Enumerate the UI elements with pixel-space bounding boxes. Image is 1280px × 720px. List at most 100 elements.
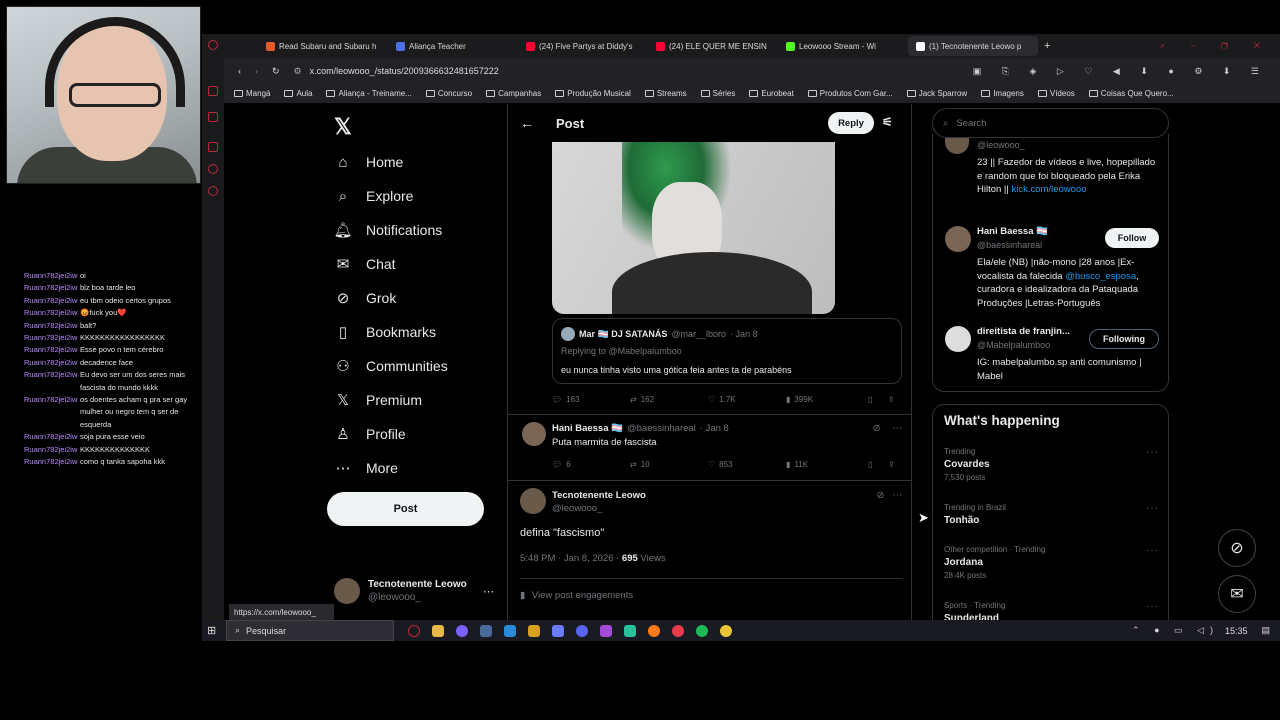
browser-tab[interactable]: (24) Five Partys at Diddy's <box>518 36 648 56</box>
views-action[interactable]: ▮ 399K <box>786 395 868 404</box>
app-icon[interactable] <box>672 624 684 637</box>
app-icon[interactable] <box>600 624 612 637</box>
opera-app-icon[interactable] <box>408 624 420 637</box>
bookmark-folder[interactable]: Mangá <box>234 89 270 98</box>
view-engagements-link[interactable]: ▮ View post engagements <box>520 590 633 601</box>
post-button[interactable]: Post <box>327 492 484 526</box>
more-icon[interactable]: ⋯ <box>483 585 494 598</box>
nav-item-communities[interactable]: ⚇ Communities <box>326 349 506 383</box>
nav-item-bookmarks[interactable]: ▯ Bookmarks <box>326 315 506 349</box>
sidebar-icon[interactable] <box>208 112 218 122</box>
browser-tab[interactable]: Aliança Teacher <box>388 36 518 56</box>
heart-icon[interactable] <box>208 164 218 174</box>
grok-icon[interactable]: ⊘ <box>877 489 885 502</box>
reload-icon[interactable]: ↻ <box>272 66 280 77</box>
firefox-app-icon[interactable] <box>648 624 660 637</box>
bookmark-icon[interactable]: ▯ <box>868 460 888 469</box>
new-tab-button[interactable]: + <box>1044 40 1050 52</box>
following-button[interactable]: Following <box>1089 329 1159 349</box>
sidebar-icon[interactable] <box>208 86 218 96</box>
clock[interactable]: 15:35 <box>1225 626 1248 636</box>
more-icon[interactable]: ⋯ <box>893 489 903 502</box>
steam-app-icon[interactable] <box>480 624 492 637</box>
quoted-post[interactable]: Mar 🏳️‍⚧️ DJ SATANÁS @mar__lboro · Jan 8… <box>552 318 902 384</box>
nav-item-more[interactable]: ⋯ More <box>326 451 506 485</box>
app-icon[interactable] <box>528 624 540 637</box>
bookmark-folder[interactable]: Aula <box>284 89 312 98</box>
toolbar-icons[interactable]: ▣ ⎘ ◈ ▷ ♡ ◀ ⬇ ● ⚙ ⬇ ☰ <box>973 66 1268 77</box>
browser-tab[interactable]: Leowooo Stream - Wi <box>778 36 908 56</box>
windows-start-icon[interactable]: ⊞ <box>207 624 216 637</box>
opera-icon[interactable] <box>208 40 218 50</box>
more-icon[interactable]: ··· <box>1146 545 1159 556</box>
bookmark-folder[interactable]: Campanhas <box>486 89 541 98</box>
bookmark-folder[interactable]: Séries <box>700 89 735 98</box>
like-action[interactable]: ♡ 853 <box>708 460 786 469</box>
reply-action[interactable]: 💬︎ 6 <box>552 460 630 469</box>
window-controls[interactable]: ⌕ – ❐ ✕ <box>1160 41 1272 51</box>
follow-button[interactable]: Follow <box>1105 228 1159 248</box>
bookmark-folder[interactable]: Vídeos <box>1037 89 1075 98</box>
filter-icon[interactable]: ⚟ <box>882 115 893 129</box>
notification-icon[interactable]: ▤ <box>1261 625 1270 636</box>
nav-item-notifications[interactable]: 🔔︎ Notifications <box>326 213 506 247</box>
post-timestamp[interactable]: 5:48 PM · Jan 8, 2026 · <box>520 553 622 564</box>
site-info-icon[interactable]: ⚙ <box>294 66 302 77</box>
bookmark-folder[interactable]: Imagens <box>981 89 1024 98</box>
url-field[interactable]: x.com/leowooo_/status/200936663248165722… <box>310 66 499 76</box>
clock-icon[interactable] <box>208 186 218 196</box>
repost-action[interactable]: ⇄ 10 <box>630 460 708 469</box>
views-action[interactable]: ▮ 11K <box>786 460 868 469</box>
app-icon[interactable] <box>624 624 636 637</box>
browser-tab[interactable]: (1) Tecnotenente Leowo p <box>908 36 1038 56</box>
grok-fab[interactable]: ⊘ <box>1218 529 1256 567</box>
bookmark-folder[interactable]: Jack Sparrow <box>906 89 967 98</box>
nav-item-grok[interactable]: ⊘ Grok <box>326 281 506 315</box>
app-icon[interactable] <box>456 624 468 637</box>
discord-app-icon[interactable] <box>576 624 588 637</box>
trend-item[interactable]: Other competition · Trending Jordana 28.4K… <box>944 545 1159 580</box>
repost-action[interactable]: ⇄ 162 <box>630 395 708 404</box>
more-icon[interactable]: ··· <box>1146 447 1159 458</box>
like-action[interactable]: ♡ 1.7K <box>708 395 786 404</box>
bookmark-folder[interactable]: Produtos Com Gar... <box>807 89 893 98</box>
app-icon[interactable] <box>552 624 564 637</box>
bookmark-icon[interactable]: ▯ <box>868 395 888 404</box>
bio-link[interactable]: kick.com/leowooo <box>1012 184 1087 195</box>
post-image[interactable] <box>552 142 835 314</box>
nav-item-chat[interactable]: ✉ Chat <box>326 247 506 281</box>
bookmark-folder[interactable]: Aliança - Treiname... <box>326 89 412 98</box>
system-tray[interactable]: ⌃ ● ▭ ◁) <box>1132 625 1219 636</box>
bookmark-folder[interactable]: Concurso <box>425 89 472 98</box>
bookmark-folder[interactable]: Produção Musical <box>555 89 631 98</box>
share-icon[interactable]: ⇪ <box>888 460 895 469</box>
user-name[interactable]: Hani Baessa 🏳️‍⚧️ <box>977 226 1048 237</box>
x-logo-icon[interactable]: 𝕏 <box>334 114 352 140</box>
trend-item[interactable]: Trending Covardes 7,530 posts ··· <box>944 447 1159 482</box>
spotify-app-icon[interactable] <box>696 624 708 637</box>
bookmark-folder[interactable]: Coisas Que Quero... <box>1088 89 1174 98</box>
back-icon[interactable]: ‹ <box>238 66 241 76</box>
nav-item-home[interactable]: ⌂ Home <box>326 145 506 179</box>
browser-tab[interactable]: Read Subaru and Subaru h <box>258 36 388 56</box>
sidebar-icon[interactable] <box>208 142 218 152</box>
grok-icon[interactable]: ⊘ <box>873 423 881 434</box>
account-switcher[interactable]: Tecnotenente Leowo @leowooo_ ⋯ <box>334 576 494 606</box>
more-icon[interactable]: ··· <box>1146 601 1159 612</box>
explorer-app-icon[interactable] <box>432 624 444 637</box>
user-name[interactable]: direitista de franjin... <box>977 326 1070 337</box>
vscode-app-icon[interactable] <box>504 624 516 637</box>
reply-action[interactable]: 💬︎ 163 <box>552 395 630 404</box>
nav-item-profile[interactable]: ♙ Profile <box>326 417 506 451</box>
share-icon[interactable]: ⇪ <box>888 395 895 404</box>
bookmark-folder[interactable]: Eurobeat <box>749 89 794 98</box>
more-icon[interactable]: ⋯ <box>893 423 903 434</box>
bio-mention[interactable]: @busco_esposa <box>1065 271 1136 282</box>
trend-item[interactable]: Trending in Brazil Tonhão ··· <box>944 503 1159 526</box>
browser-tab[interactable]: (24) ELE QUER ME ENSIN <box>648 36 778 56</box>
messages-fab[interactable]: ✉ <box>1218 575 1256 613</box>
back-arrow-icon[interactable]: ← <box>520 115 534 131</box>
forward-icon[interactable]: › <box>255 66 258 76</box>
reply-button[interactable]: Reply <box>828 112 874 134</box>
chrome-app-icon[interactable] <box>720 624 732 637</box>
